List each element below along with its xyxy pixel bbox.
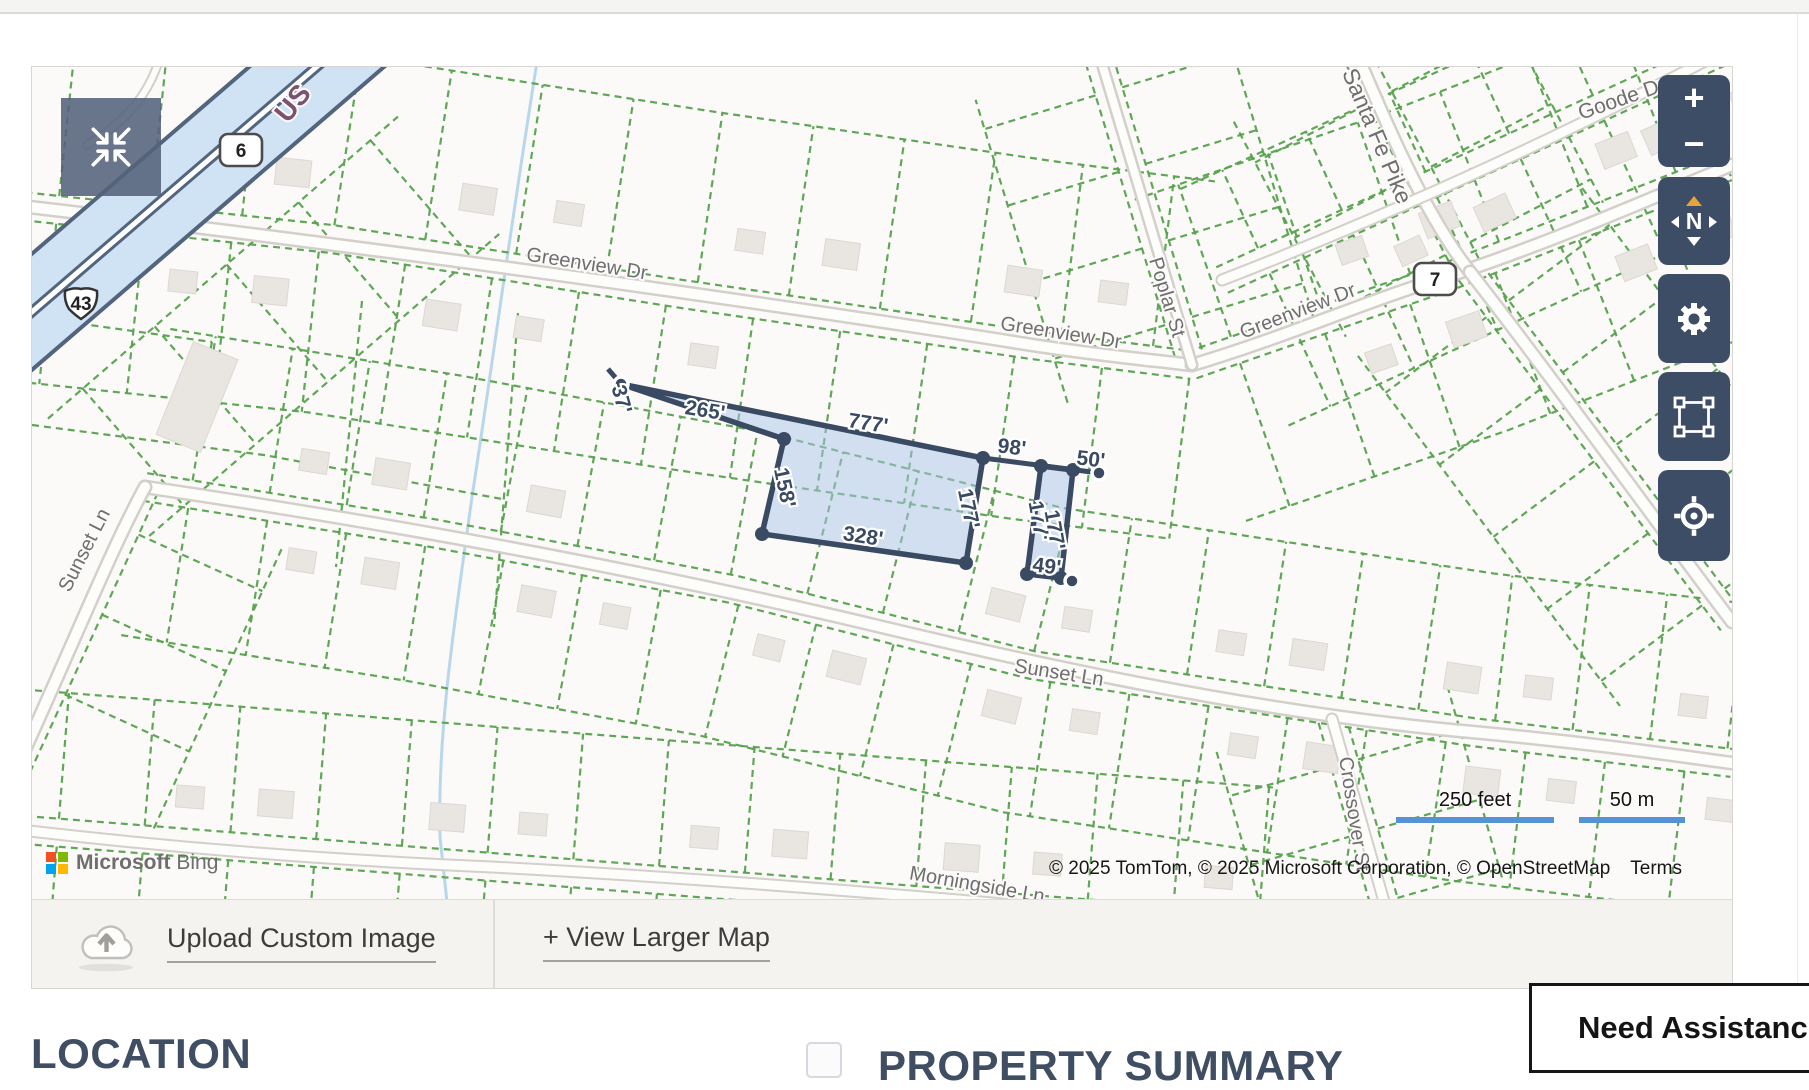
svg-text:43: 43 <box>70 294 91 315</box>
map-attribution: © 2025 TomTom, © 2025 Microsoft Corporat… <box>1049 858 1682 880</box>
zoom-in-button[interactable]: + <box>1658 75 1730 121</box>
view-larger-map-link[interactable]: + View Larger Map <box>543 922 770 962</box>
crosshair-icon <box>1670 492 1718 540</box>
summary-icon-box <box>806 1042 842 1078</box>
parcel-measurement-label: 50' <box>1075 446 1106 472</box>
collapse-icon <box>87 123 135 171</box>
parcel-measurement-label: 49' <box>1031 553 1062 579</box>
rotate-right-icon <box>1709 216 1717 228</box>
selection-area-icon <box>1671 394 1717 440</box>
map-viewport[interactable]: Greenview DrGreenview DrGreenview DrPopl… <box>32 67 1732 899</box>
need-assistance-label: Need Assistance? <box>1578 1010 1809 1046</box>
collapse-map-button[interactable] <box>61 98 161 196</box>
street-label: Poplar St <box>1144 255 1189 341</box>
map-settings-button[interactable] <box>1658 274 1730 363</box>
scale-bar-metric: 50 m <box>1579 789 1685 823</box>
bing-logo: Microsoft Bing <box>46 851 218 875</box>
scale-bar-feet: 250 feet <box>1396 789 1554 823</box>
rotate-left-icon <box>1671 216 1679 228</box>
location-section-title: LOCATION <box>31 1030 251 1078</box>
property-summary-section-title: PROPERTY SUMMARY <box>878 1042 1343 1090</box>
zoom-panel: + − <box>1658 75 1730 167</box>
page-right-gutter <box>1797 14 1798 1055</box>
compass-control[interactable]: N <box>1658 177 1730 265</box>
compass-letter: N <box>1686 208 1703 235</box>
selection-tool-button[interactable] <box>1658 372 1730 461</box>
zoom-out-button[interactable]: − <box>1658 121 1730 167</box>
parcel-measurement-label: 98' <box>996 434 1027 460</box>
bing-logo-text: Microsoft Bing <box>76 851 218 875</box>
scale-metric-label: 50 m <box>1610 789 1654 812</box>
scale-feet-bar <box>1396 817 1554 823</box>
parcel-measurement-label: 265' <box>683 396 726 425</box>
map-card: Greenview DrGreenview DrGreenview DrPopl… <box>31 66 1733 989</box>
actions-divider <box>493 900 495 988</box>
svg-text:6: 6 <box>236 141 247 162</box>
map-actions-bar: Upload Custom Image + View Larger Map <box>32 899 1732 988</box>
microsoft-logo-icon <box>46 852 68 874</box>
street-label: Crossover St <box>1334 755 1374 873</box>
scale-metric-bar <box>1579 817 1685 823</box>
gear-icon <box>1671 296 1717 342</box>
need-assistance-widget[interactable]: Need Assistance? <box>1529 983 1809 1073</box>
route-shield: 7 <box>1414 263 1456 295</box>
route-shield: 6 <box>220 134 262 166</box>
cloud-upload-icon <box>77 914 137 972</box>
tilt-down-icon <box>1687 237 1701 246</box>
parcel-map[interactable]: Greenview DrGreenview DrGreenview DrPopl… <box>32 67 1732 899</box>
terms-link[interactable]: Terms <box>1630 858 1682 879</box>
compass-north-icon <box>1686 196 1702 206</box>
locate-button[interactable] <box>1658 470 1730 561</box>
view-larger-map-label: + View Larger Map <box>543 922 770 962</box>
svg-text:7: 7 <box>1430 270 1441 291</box>
scale-feet-label: 250 feet <box>1439 789 1511 812</box>
copyright-text: © 2025 TomTom, © 2025 Microsoft Corporat… <box>1049 858 1610 879</box>
top-strip <box>0 0 1809 14</box>
upload-custom-image-button[interactable]: Upload Custom Image <box>77 914 436 972</box>
upload-custom-image-label: Upload Custom Image <box>167 923 436 963</box>
